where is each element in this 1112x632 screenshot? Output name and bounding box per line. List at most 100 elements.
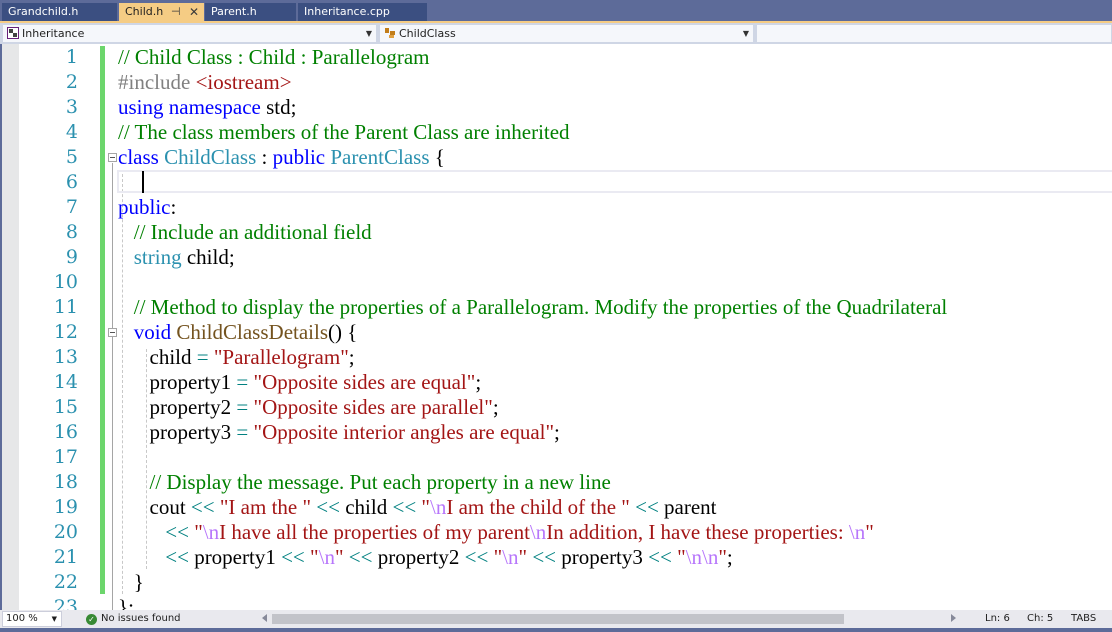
code-line[interactable]: // The class members of the Parent Class… (118, 120, 570, 145)
column-indicator[interactable]: Ch: 5 (1027, 610, 1053, 628)
issues-text: No issues found (101, 613, 181, 624)
line-number: 19 (53, 496, 78, 518)
code-token: " (518, 545, 528, 569)
code-line[interactable]: } (118, 570, 144, 595)
code-token: << (532, 545, 556, 569)
code-token: property3 (556, 545, 649, 569)
code-token: public (272, 145, 326, 169)
code-line[interactable]: cout << "I am the " << child << "\nI am … (118, 495, 717, 520)
tab-child-h[interactable]: Child.h ⊣ ✕ (119, 3, 204, 22)
code-token: = (236, 395, 249, 419)
code-line[interactable]: property1 = "Opposite sides are equal"; (118, 370, 482, 395)
collapse-method-icon[interactable] (108, 328, 117, 337)
collapse-class-icon[interactable] (108, 153, 117, 162)
line-number: 7 (65, 196, 78, 218)
code-token: " (865, 520, 874, 544)
code-line[interactable]: }; (118, 595, 134, 610)
member-dropdown[interactable] (756, 24, 1112, 43)
code-token: property2 (372, 545, 465, 569)
code-editor[interactable]: 1 2 3 4 5 6 7 8 9 10 11 12 13 14 15 16 17 18 19 20 21 22 23 //… (0, 44, 1112, 610)
tab-inheritance-cpp[interactable]: Inheritance.cpp (298, 3, 427, 22)
tab-label: Grandchild.h (8, 5, 79, 18)
code-line[interactable]: child = "Parallelogram"; (118, 345, 355, 370)
code-line[interactable]: string child; (118, 245, 235, 270)
scope-dropdown[interactable]: ChildClass ▼ (379, 24, 754, 43)
code-token: " (677, 545, 686, 569)
code-token: << (635, 495, 659, 519)
code-line[interactable]: class ChildClass : public ParentClass { (118, 145, 445, 170)
code-token: } (118, 570, 144, 594)
code-token: using namespace (118, 95, 261, 119)
code-token: " (194, 520, 203, 544)
code-line[interactable]: public: (118, 195, 176, 220)
code-line[interactable]: property3 = "Opposite interior angles ar… (118, 420, 560, 445)
code-token: " (421, 495, 430, 519)
code-line[interactable]: // Display the message. Put each propert… (118, 470, 611, 495)
code-token: "Opposite sides are equal" (253, 370, 476, 394)
code-token: = (236, 420, 249, 444)
code-line[interactable]: using namespace std; (118, 95, 296, 120)
code-token: ; (475, 370, 482, 394)
code-token: " (334, 545, 344, 569)
code-token: property3 (118, 420, 237, 444)
code-token: << (648, 545, 672, 569)
line-number: 15 (53, 396, 78, 418)
line-number: 8 (65, 221, 78, 243)
code-token: I am the child of the " (446, 495, 630, 519)
code-token: \n (318, 545, 335, 569)
line-number: 13 (53, 346, 78, 368)
code-line[interactable]: // Child Class : Child : Parallelogram (118, 45, 429, 70)
pin-icon[interactable]: ⊣ (171, 3, 181, 21)
code-token: << (165, 520, 189, 544)
code-token: ParentClass (330, 145, 430, 169)
code-line[interactable]: // Method to display the properties of a… (118, 295, 948, 320)
tab-parent-h[interactable]: Parent.h (205, 3, 296, 22)
zoom-level: 100 % (6, 613, 38, 624)
code-line[interactable]: << property1 << "\n" << property2 << "\n… (118, 545, 733, 570)
code-token: // Include an additional field (133, 220, 372, 244)
close-icon[interactable]: ✕ (189, 3, 199, 21)
line-number: 18 (53, 471, 78, 493)
line-number: 5 (65, 146, 78, 168)
code-token: { (429, 145, 445, 169)
code-token: "Parallelogram" (213, 345, 349, 369)
text-caret (142, 171, 144, 193)
code-token: \n (502, 545, 519, 569)
code-token: <iostream> (195, 70, 292, 94)
code-line[interactable]: #include <iostream> (118, 70, 292, 95)
chevron-down-icon: ▼ (51, 615, 57, 623)
line-indicator[interactable]: Ln: 6 (985, 610, 1010, 628)
code-token: () { (328, 320, 358, 344)
code-line[interactable]: property2 = "Opposite sides are parallel… (118, 395, 499, 420)
code-token: // Method to display the properties of a… (133, 295, 948, 319)
indent-mode-indicator[interactable]: TABS (1071, 610, 1096, 628)
line-number: 20 (53, 521, 78, 543)
code-line[interactable]: // Include an additional field (118, 220, 372, 245)
chevron-down-icon: ▼ (742, 29, 749, 38)
line-number: 17 (53, 446, 78, 468)
line-number: 2 (65, 71, 78, 93)
line-number: 6 (65, 171, 78, 193)
code-line[interactable]: void ChildClassDetails() { (118, 320, 358, 345)
zoom-level-dropdown[interactable]: 100 % ▼ (2, 611, 62, 627)
scroll-right-arrow-icon[interactable] (951, 614, 956, 622)
code-token: \n (430, 495, 447, 519)
navigation-bar: Inheritance ▼ ChildClass ▼ (0, 23, 1112, 44)
horizontal-scrollbar-thumb[interactable] (272, 614, 844, 624)
code-token: \n (848, 520, 866, 544)
code-token: "Opposite sides are parallel" (253, 395, 493, 419)
code-token: child (118, 345, 197, 369)
tab-grandchild-h[interactable]: Grandchild.h (2, 3, 117, 22)
code-token: : (170, 195, 177, 219)
project-dropdown[interactable]: Inheritance ▼ (2, 24, 377, 43)
code-token: parent (658, 495, 717, 519)
outline-guide (112, 163, 113, 610)
scroll-left-arrow-icon[interactable] (262, 614, 267, 622)
issues-indicator[interactable]: ✓ No issues found (86, 610, 181, 628)
code-line[interactable]: << "\nI have all the properties of my pa… (118, 520, 874, 545)
code-token: ChildClassDetails (176, 320, 329, 344)
